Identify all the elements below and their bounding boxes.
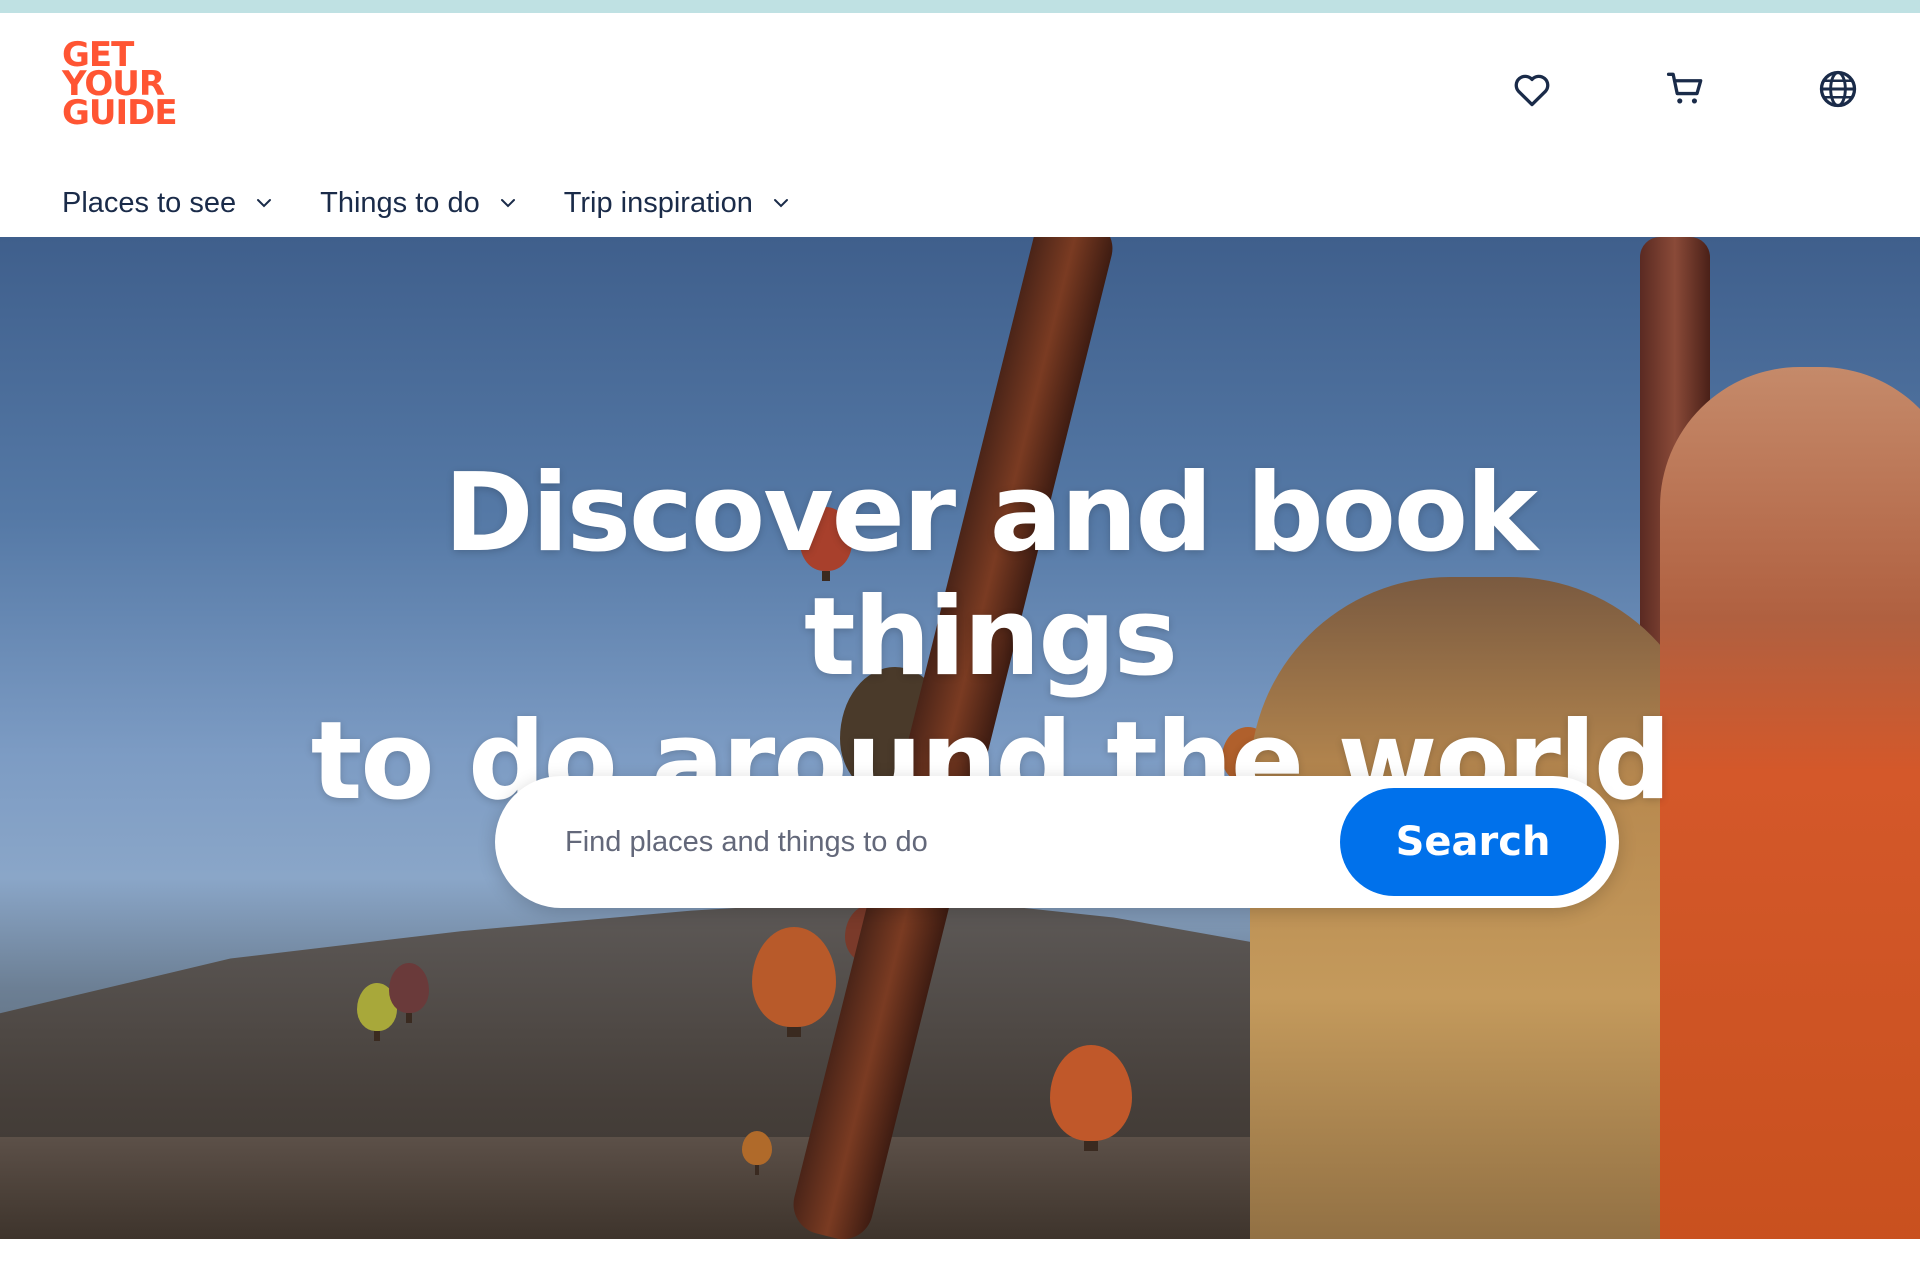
balloon-image: [742, 1131, 772, 1175]
search-input[interactable]: [565, 812, 1325, 872]
nav-label: Things to do: [320, 186, 480, 219]
main-nav: Places to see Things to do Trip inspirat…: [62, 183, 837, 223]
nav-places-to-see[interactable]: Places to see: [62, 187, 274, 220]
hero-person-man: [1660, 367, 1920, 1239]
search-button[interactable]: Search: [1340, 788, 1606, 896]
search-bar: Search: [495, 776, 1619, 908]
balloon-image: [1050, 1045, 1132, 1151]
language-button[interactable]: [1810, 61, 1866, 117]
getyourguide-logo[interactable]: GET YOUR GUIDE: [62, 38, 178, 141]
logo-line-3: GUIDE: [62, 93, 178, 133]
page-bottom-strip: [0, 1239, 1920, 1264]
nav-label: Trip inspiration: [563, 186, 753, 219]
nav-things-to-do[interactable]: Things to do: [320, 187, 518, 220]
cart-icon: [1666, 72, 1703, 104]
hero-headline: Discover and book things to do around th…: [300, 452, 1680, 824]
wishlist-button[interactable]: [1504, 61, 1560, 117]
balloon-image: [389, 963, 429, 1023]
browser-top-strip: [0, 0, 1920, 13]
nav-label: Places to see: [62, 186, 237, 219]
heart-icon: [1514, 74, 1550, 107]
nav-trip-inspiration[interactable]: Trip inspiration: [564, 187, 791, 220]
globe-icon: [1819, 70, 1857, 108]
cart-button[interactable]: [1658, 61, 1714, 117]
headline-line-1: Discover and book things: [444, 451, 1538, 700]
chevron-down-icon: [257, 199, 272, 208]
chevron-down-icon: [773, 199, 788, 208]
site-header: GET YOUR GUIDE Places to see Things to d…: [0, 13, 1920, 237]
balloon-image: [752, 927, 836, 1037]
chevron-down-icon: [500, 199, 515, 208]
